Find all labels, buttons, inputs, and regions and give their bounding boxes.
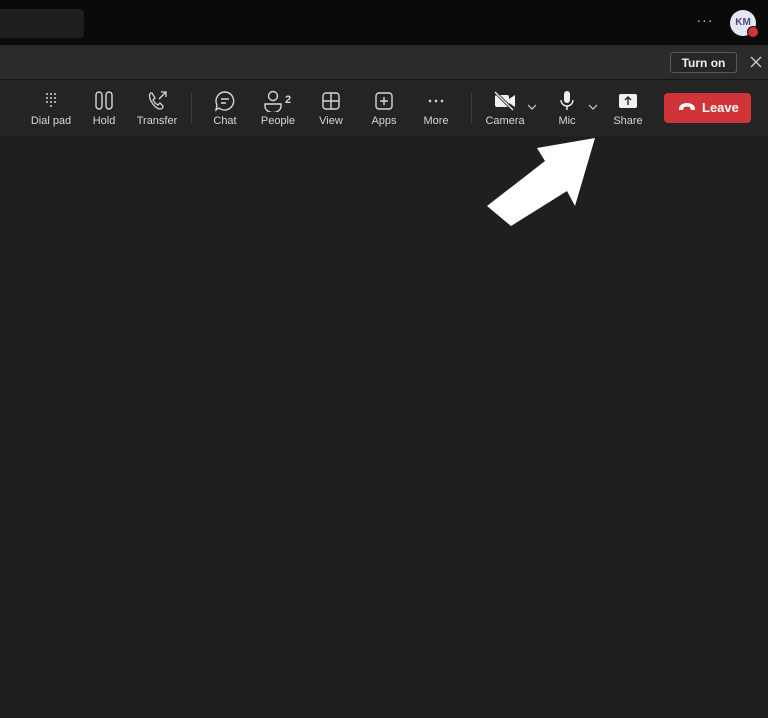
leave-button[interactable]: Leave [664,93,751,123]
apps-label: Apps [371,115,397,127]
hold-button[interactable]: Hold [88,90,120,132]
mic-options-chevron-down-icon[interactable] [587,102,599,112]
chat-label: Chat [213,115,237,127]
phone-transfer-icon [148,91,167,110]
pause-icon [95,91,113,110]
notification-banner: Turn on [0,46,768,80]
toolbar-divider [191,93,192,123]
mic-label: Mic [558,115,576,127]
mic-button[interactable]: Mic [553,90,581,132]
share-screen-icon [619,94,637,108]
people-count: 2 [285,94,291,106]
leave-label: Leave [702,100,739,115]
title-bar: ··· KM [0,0,768,46]
transfer-label: Transfer [136,115,178,127]
meeting-title-pill[interactable] [0,9,84,38]
hold-label: Hold [92,115,116,127]
pointer-arrow-icon [487,138,595,226]
view-button[interactable]: View [315,90,347,132]
close-icon[interactable] [748,54,764,70]
mic-icon [560,91,574,110]
transfer-button[interactable]: Transfer [136,90,178,132]
more-options-icon[interactable]: ··· [696,13,714,30]
more-label: More [423,115,449,127]
chat-bubble-icon [214,91,235,112]
camera-options-chevron-down-icon[interactable] [526,102,538,112]
turn-on-button[interactable]: Turn on [670,52,737,73]
camera-button[interactable]: Camera [485,90,525,132]
toolbar-divider [471,93,472,123]
dial-pad-button[interactable]: Dial pad [30,90,72,132]
hang-up-icon [679,103,695,110]
dial-pad-label: Dial pad [30,115,72,127]
people-button[interactable]: 2 People [258,90,298,132]
camera-label: Camera [485,115,525,127]
call-toolbar: Dial pad Hold Transfer Chat 2 People Vie… [0,80,768,138]
view-label: View [319,115,343,127]
people-label: People [260,115,296,127]
presence-status-badge [747,26,759,38]
grid-icon [322,92,340,110]
chat-button[interactable]: Chat [209,90,241,132]
more-button[interactable]: More [420,90,452,132]
meeting-stage [0,138,768,718]
more-icon [428,99,444,103]
share-label: Share [613,115,643,127]
camera-off-icon [493,90,515,112]
dialpad-icon [46,93,56,107]
share-button[interactable]: Share [610,90,646,132]
apps-button[interactable]: Apps [368,90,400,132]
plus-square-icon [375,92,393,110]
person-icon: 2 [264,90,291,112]
